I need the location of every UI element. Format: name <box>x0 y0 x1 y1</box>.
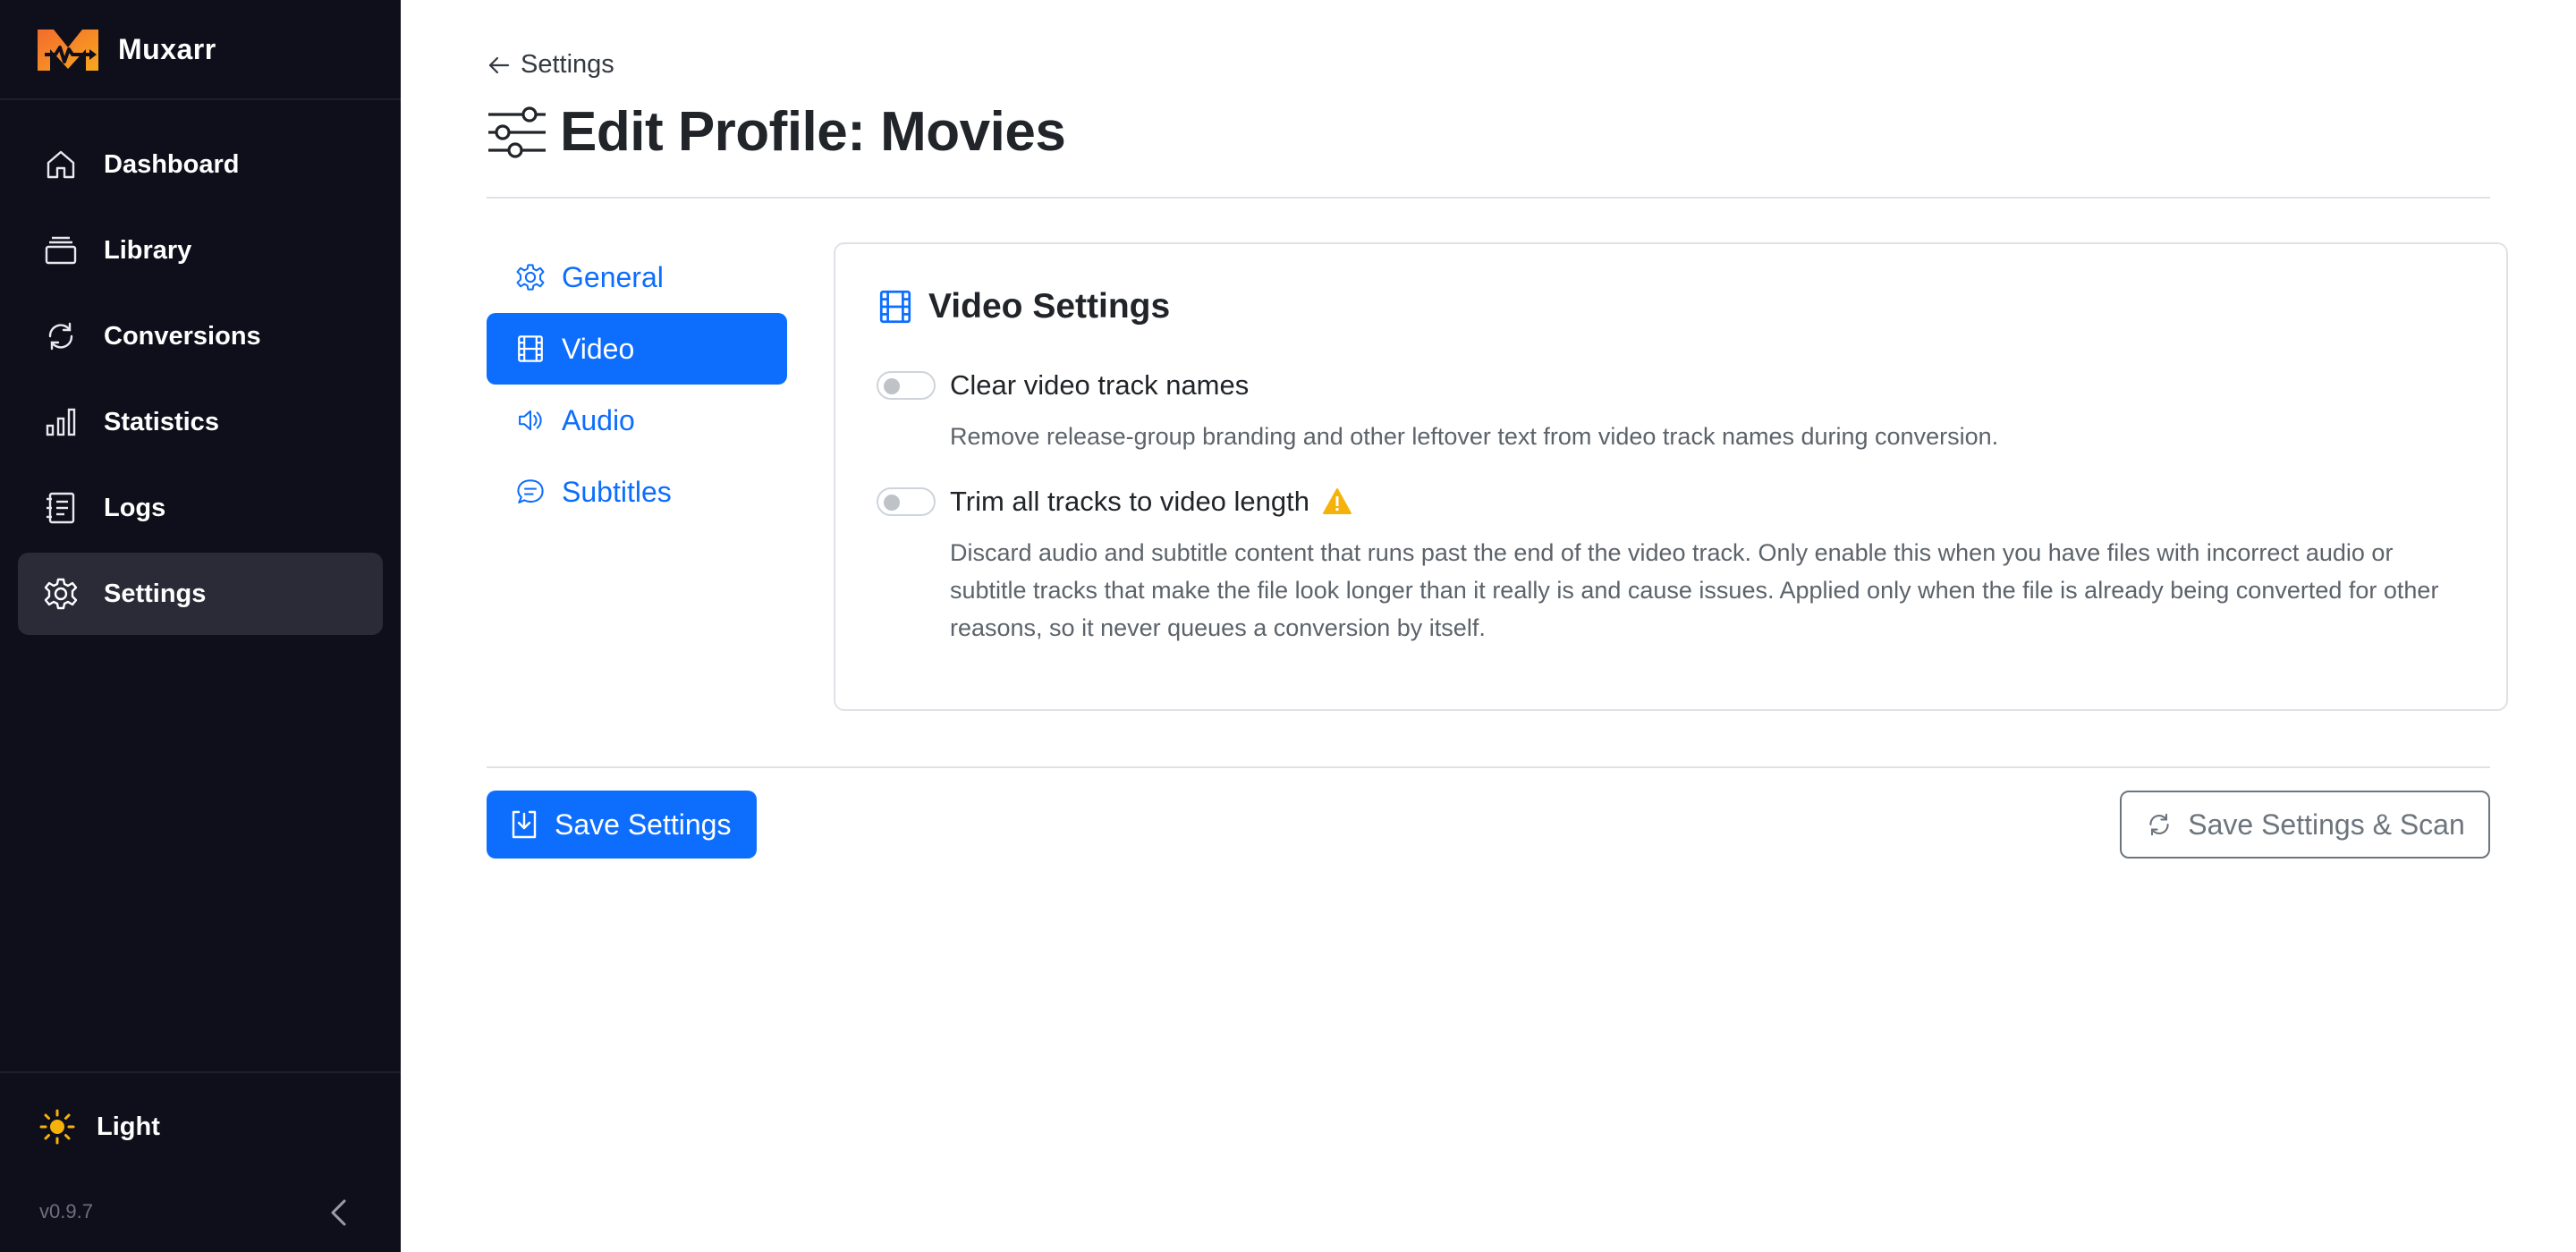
setting-trim-tracks: Trim all tracks to video length Discard … <box>877 482 2453 647</box>
tab-label: Subtitles <box>562 475 672 508</box>
save-settings-button[interactable]: Save Settings <box>487 791 757 859</box>
app-version: v0.9.7 <box>39 1200 93 1222</box>
sidebar-item-label: Statistics <box>104 407 219 436</box>
trim-tracks-toggle[interactable] <box>877 487 936 516</box>
tab-subtitles[interactable]: Subtitles <box>487 456 787 528</box>
sidebar-item-label: Settings <box>104 579 207 608</box>
toggle-knob <box>884 495 900 511</box>
sidebar-item-settings[interactable]: Settings <box>18 553 383 635</box>
arrow-repeat-icon <box>43 318 79 354</box>
sidebar-item-dashboard[interactable]: Dashboard <box>18 123 383 206</box>
volume-icon <box>519 410 542 431</box>
setting-label: Clear video track names <box>950 369 1250 401</box>
house-icon <box>43 147 79 182</box>
warning-triangle-icon <box>1323 488 1352 514</box>
sun-icon <box>39 1109 75 1145</box>
theme-toggle[interactable]: Light <box>39 1109 160 1145</box>
setting-description: Remove release-group branding and other … <box>950 423 1999 450</box>
chevron-left-icon[interactable] <box>322 1195 358 1231</box>
toggle-knob <box>884 378 900 394</box>
main-content: Settings Edit Profile: Movies General Vi… <box>401 0 2576 1252</box>
save-settings-scan-button[interactable]: Save Settings & Scan <box>2120 791 2490 859</box>
setting-clear-track-names: Clear video track names Remove release-g… <box>877 366 2453 455</box>
page-heading: Edit Profile: Movies <box>560 101 1066 163</box>
divider <box>487 766 2490 768</box>
tab-video[interactable]: Video <box>487 313 787 385</box>
sidebar-item-label: Logs <box>104 493 166 522</box>
save-settings-scan-label: Save Settings & Scan <box>2188 808 2465 841</box>
save-settings-label: Save Settings <box>555 808 732 841</box>
card-title: Video Settings <box>877 287 1170 326</box>
theme-label: Light <box>97 1112 160 1141</box>
sidebar: Muxarr Dashboard Library Conversions Sta… <box>0 0 401 1252</box>
collection-icon <box>43 233 79 268</box>
back-link-label: Settings <box>521 50 614 79</box>
clear-track-names-toggle[interactable] <box>877 371 936 400</box>
profile-tabs: General Video Audio Subtitles <box>487 241 787 528</box>
tab-audio[interactable]: Audio <box>487 385 787 456</box>
film-icon <box>879 290 911 324</box>
tab-label: Video <box>562 332 635 365</box>
sliders-icon <box>488 106 546 158</box>
arrow-repeat-icon <box>2149 813 2169 836</box>
divider <box>487 197 2490 199</box>
app-name: Muxarr <box>118 32 216 65</box>
journal-icon <box>43 490 79 526</box>
film-icon <box>518 335 543 362</box>
sidebar-item-label: Dashboard <box>104 149 240 179</box>
page-title: Edit Profile: Movies <box>487 100 1066 164</box>
gear-icon <box>43 576 79 612</box>
video-settings-card: Video Settings Clear video track names R… <box>834 242 2508 711</box>
sidebar-item-conversions[interactable]: Conversions <box>18 295 383 377</box>
sidebar-item-label: Library <box>104 235 192 265</box>
sidebar-footer: Light v0.9.7 <box>0 1071 401 1252</box>
tab-general[interactable]: General <box>487 241 787 313</box>
muxarr-logo-icon <box>38 30 98 71</box>
bar-chart-icon <box>43 404 79 440</box>
tab-label: General <box>562 260 664 293</box>
setting-label: Trim all tracks to video length <box>950 486 1310 517</box>
arrow-left-icon <box>488 56 510 73</box>
chat-text-icon <box>517 479 544 503</box>
sidebar-item-library[interactable]: Library <box>18 209 383 292</box>
sidebar-nav: Dashboard Library Conversions Statistics… <box>0 100 401 635</box>
gear-icon <box>516 264 545 291</box>
tab-label: Audio <box>562 403 635 436</box>
download-icon <box>512 810 537 839</box>
brand[interactable]: Muxarr <box>0 0 401 100</box>
sidebar-item-label: Conversions <box>104 321 261 351</box>
card-heading: Video Settings <box>928 287 1171 326</box>
back-link[interactable]: Settings <box>487 50 614 80</box>
sidebar-item-logs[interactable]: Logs <box>18 467 383 549</box>
setting-description: Discard audio and subtitle content that … <box>950 539 2439 641</box>
sidebar-item-statistics[interactable]: Statistics <box>18 381 383 463</box>
